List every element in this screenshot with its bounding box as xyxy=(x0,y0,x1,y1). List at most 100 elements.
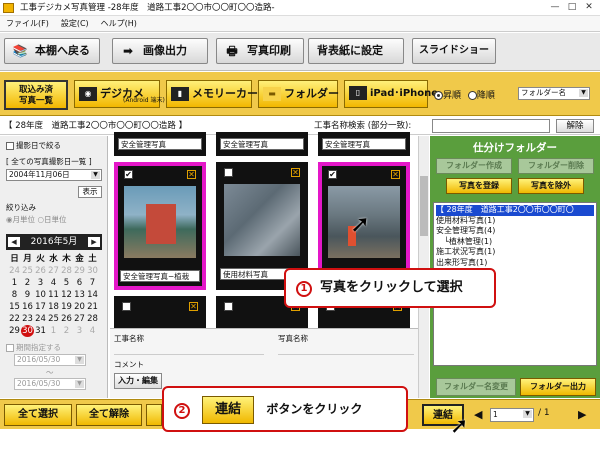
rename-folder-button[interactable]: フォルダー名変更 xyxy=(436,378,516,396)
tree-item-root[interactable]: 【 28年度 道路工事2〇〇市〇〇町〇 xyxy=(436,205,594,216)
calendar-day[interactable]: 26 xyxy=(60,313,73,325)
edit-button[interactable]: 入力・編集 xyxy=(114,373,162,389)
calendar-day[interactable]: 24 xyxy=(8,265,21,277)
calendar-day[interactable]: 25 xyxy=(47,313,60,325)
calendar-day[interactable]: 2 xyxy=(21,277,34,289)
calendar-day[interactable]: 23 xyxy=(21,313,34,325)
delete-folder-button[interactable]: フォルダー削除 xyxy=(518,158,594,174)
calendar-day[interactable]: 12 xyxy=(60,289,73,301)
calendar-day[interactable]: 15 xyxy=(8,301,21,313)
asc-radio[interactable] xyxy=(434,91,443,100)
photo-checkbox[interactable]: ✔ xyxy=(328,170,337,179)
deselect-all-button[interactable]: 全て解除 xyxy=(76,404,142,426)
minimize-button[interactable]: — xyxy=(548,1,562,14)
photo-thumb[interactable]: 安全管理写真 xyxy=(216,132,308,156)
period-from[interactable]: 2016/05/30 ▼ xyxy=(14,354,86,366)
calendar-day[interactable]: 29 xyxy=(73,265,86,277)
next-page-icon[interactable]: ▶ xyxy=(578,408,586,421)
slideshow-button[interactable]: スライドショー xyxy=(412,38,496,64)
close-button[interactable]: ✕ xyxy=(582,1,596,14)
calendar-day[interactable]: 7 xyxy=(86,277,99,289)
calendar-day[interactable]: 4 xyxy=(47,277,60,289)
photo-scrollbar[interactable] xyxy=(418,136,429,398)
digicam-button[interactable]: ◉ デジカメ (Android 端末) xyxy=(74,80,165,108)
ipad-iphone-button[interactable]: ▯ iPad･iPhone xyxy=(344,80,438,108)
maximize-button[interactable]: □ xyxy=(565,1,579,14)
calendar-day[interactable]: 9 xyxy=(21,289,34,301)
folder-button[interactable]: ▬ フォルダー xyxy=(258,80,339,108)
folder-output-button[interactable]: フォルダー出力 xyxy=(520,378,596,396)
calendar-day[interactable]: 20 xyxy=(73,301,86,313)
page-select[interactable]: 1 ▼ xyxy=(490,408,534,422)
prev-month-button[interactable]: ◀ xyxy=(8,237,20,247)
calendar-day[interactable]: 16 xyxy=(21,301,34,313)
memory-card-button[interactable]: ▮ メモリーカード xyxy=(166,80,269,108)
create-folder-button[interactable]: フォルダー作成 xyxy=(436,158,512,174)
photo-thumb[interactable]: 安全管理写真 xyxy=(318,132,410,156)
calendar-day[interactable]: 27 xyxy=(73,313,86,325)
calendar-day[interactable]: 24 xyxy=(34,313,47,325)
tree-item[interactable]: 出来形写真(1) xyxy=(436,258,594,269)
calendar-day[interactable]: 3 xyxy=(34,277,47,289)
tree-item[interactable]: └植林管理(1) xyxy=(436,237,594,248)
sort-select[interactable]: フォルダー名 ▼ xyxy=(518,87,590,100)
calendar-day[interactable]: 31 xyxy=(34,325,47,337)
calendar-day[interactable]: 27 xyxy=(47,265,60,277)
menu-help[interactable]: ヘルプ(H) xyxy=(101,16,137,31)
period-checkbox[interactable]: 期間指定する xyxy=(6,342,61,353)
menu-settings[interactable]: 設定(C) xyxy=(61,16,89,31)
menu-file[interactable]: ファイル(F) xyxy=(6,16,49,31)
calendar-day[interactable]: 30 xyxy=(21,325,34,337)
calendar-day[interactable]: 14 xyxy=(86,289,99,301)
photo-checkbox[interactable]: ✔ xyxy=(124,170,133,179)
photo-thumb[interactable]: 安全管理写真 xyxy=(114,132,206,156)
calendar-day[interactable]: 18 xyxy=(47,301,60,313)
photo-thumb-selected[interactable]: ✔ ✕ 安全管理写真−植栽 xyxy=(114,162,206,290)
cover-settings-button[interactable]: 背表紙に設定 xyxy=(308,38,404,64)
date-select[interactable]: 2004年11月06日 ▼ xyxy=(6,169,102,181)
date-filter-checkbox[interactable]: 撮影日で絞る xyxy=(6,140,61,151)
clear-button[interactable]: 解除 xyxy=(556,119,594,133)
image-output-button[interactable]: ➡ 画像出力 xyxy=(112,38,208,64)
exclude-icon[interactable]: ✕ xyxy=(391,170,400,179)
calendar-day[interactable]: 28 xyxy=(60,265,73,277)
exclude-icon[interactable]: ✕ xyxy=(291,168,300,177)
search-input[interactable] xyxy=(432,119,550,133)
imported-photos-button[interactable]: 取込み済 写真一覧 xyxy=(4,80,68,110)
calendar-day[interactable]: 2 xyxy=(60,325,73,337)
photo-checkbox[interactable] xyxy=(224,168,233,177)
remove-photo-button[interactable]: 写真を除外 xyxy=(518,178,584,194)
tree-item[interactable]: 施工状況写真(1) xyxy=(436,247,594,258)
calendar-day[interactable]: 25 xyxy=(21,265,34,277)
calendar-day[interactable]: 26 xyxy=(34,265,47,277)
prev-page-icon[interactable]: ◀ xyxy=(474,408,482,421)
calendar-day[interactable]: 29 xyxy=(8,325,21,337)
period-to[interactable]: 2016/05/30 ▼ xyxy=(14,378,86,390)
calendar-day[interactable]: 22 xyxy=(8,313,21,325)
calendar-day[interactable]: 13 xyxy=(73,289,86,301)
next-month-button[interactable]: ▶ xyxy=(88,237,100,247)
calendar-day[interactable]: 4 xyxy=(86,325,99,337)
calendar-day[interactable]: 8 xyxy=(8,289,21,301)
hidden-button[interactable] xyxy=(146,404,162,426)
calendar-day[interactable]: 21 xyxy=(86,301,99,313)
back-to-shelf-button[interactable]: 📚 本棚へ戻る xyxy=(4,38,100,64)
calendar-day[interactable]: 1 xyxy=(8,277,21,289)
calendar-day[interactable]: 3 xyxy=(73,325,86,337)
calendar-day[interactable]: 5 xyxy=(60,277,73,289)
tree-item[interactable]: 使用材料写真(1) xyxy=(436,216,594,227)
desc-radio[interactable] xyxy=(467,91,477,100)
register-photo-button[interactable]: 写真を登録 xyxy=(446,178,512,194)
calendar-day[interactable]: 6 xyxy=(73,277,86,289)
calendar-day[interactable]: 17 xyxy=(34,301,47,313)
exclude-icon[interactable]: ✕ xyxy=(187,170,196,179)
tree-item[interactable]: 安全管理写真(4) xyxy=(436,226,594,237)
calendar-day[interactable]: 1 xyxy=(47,325,60,337)
select-all-button[interactable]: 全て選択 xyxy=(4,404,72,426)
calendar-day[interactable]: 28 xyxy=(86,313,99,325)
calendar-day[interactable]: 11 xyxy=(47,289,60,301)
show-button[interactable]: 表示 xyxy=(78,186,102,198)
calendar-day[interactable]: 19 xyxy=(60,301,73,313)
calendar-day[interactable]: 30 xyxy=(86,265,99,277)
photo-print-button[interactable]: 🖶 写真印刷 xyxy=(216,38,304,64)
